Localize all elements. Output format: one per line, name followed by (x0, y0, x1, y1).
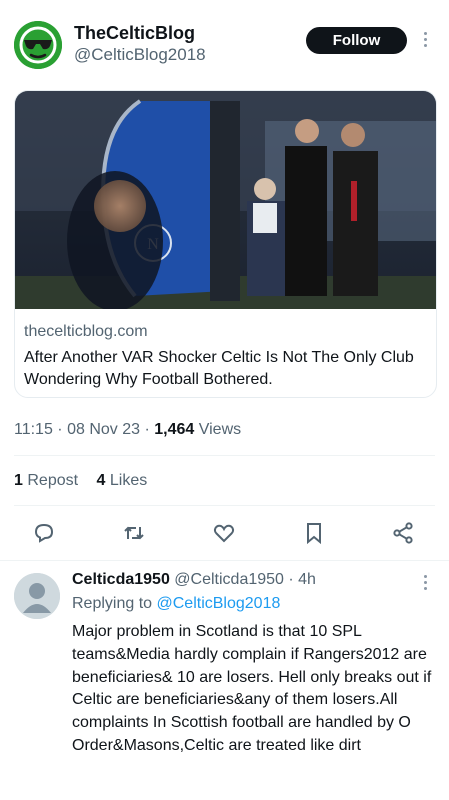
reply-author-name[interactable]: Celticda1950 (72, 571, 170, 588)
reply-author-line: Celticda1950 @Celticda1950 · 4h (72, 571, 316, 589)
tweet-time[interactable]: 11:15 (14, 421, 53, 438)
bookmark-icon[interactable] (297, 516, 331, 550)
tweet-header: TheCelticBlog @CelticBlog2018 Follow (0, 0, 449, 90)
divider (14, 455, 435, 456)
replying-to-link[interactable]: @CelticBlog2018 (157, 595, 281, 612)
reply-separator: · (283, 571, 299, 588)
reposts-count: 1 (14, 472, 23, 489)
author-name[interactable]: TheCelticBlog (74, 23, 195, 44)
reply-age[interactable]: 4h (298, 571, 316, 588)
tweet-meta: 11:15 · 08 Nov 23 · 1,464 Views (14, 421, 242, 438)
reposts-link[interactable]: 1 Repost (14, 472, 78, 489)
more-icon[interactable] (419, 573, 431, 593)
follow-button[interactable]: Follow (306, 27, 407, 54)
tweet-date[interactable]: 08 Nov 23 (67, 421, 140, 438)
views-label: Views (198, 421, 242, 438)
like-icon[interactable] (207, 516, 241, 550)
divider (14, 505, 435, 506)
more-icon[interactable] (419, 30, 431, 50)
replying-prefix: Replying to (72, 595, 153, 612)
author-handle[interactable]: @CelticBlog2018 (74, 45, 206, 65)
card-domain: thecelticblog.com (24, 323, 148, 340)
reposts-label: Repost (27, 472, 79, 489)
views-count: 1,464 (154, 421, 195, 438)
likes-label: Likes (109, 472, 148, 489)
reply-text: Major problem in Scotland is that 10 SPL… (72, 623, 432, 754)
engagement-stats: 1 Repost 4 Likes (14, 472, 147, 490)
likes-link[interactable]: 4 Likes (97, 472, 148, 489)
sunglasses-avatar-icon[interactable] (14, 21, 62, 69)
default-avatar-icon[interactable] (14, 573, 60, 619)
reply-icon[interactable] (27, 516, 61, 550)
card-image: N (15, 91, 436, 309)
card-title: After Another VAR Shocker Celtic Is Not … (24, 349, 414, 388)
repost-icon[interactable] (117, 516, 151, 550)
likes-count: 4 (96, 472, 106, 489)
link-card[interactable]: N thecelticblog.com After Another VAR Sh… (14, 90, 437, 398)
reply-author-handle[interactable]: @Celticda1950 (174, 571, 284, 588)
replying-to: Replying to @CelticBlog2018 (72, 595, 280, 613)
share-icon[interactable] (386, 516, 420, 550)
action-bar (14, 516, 435, 550)
